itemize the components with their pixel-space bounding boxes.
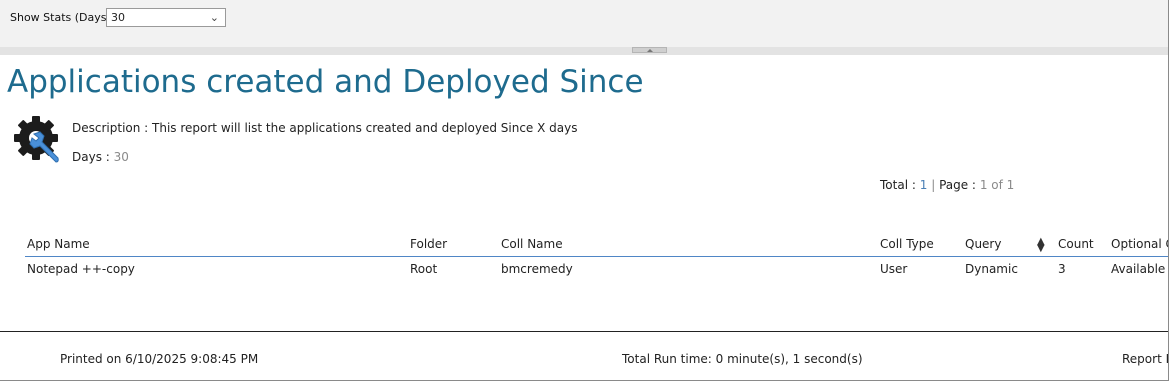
cell-coll-name: bmcremedy	[501, 262, 573, 276]
page-value: 1 of 1	[979, 178, 1015, 192]
column-header-folder[interactable]: Folder	[410, 237, 447, 251]
cell-app-name: Notepad ++-copy	[27, 262, 135, 276]
column-header-optional[interactable]: Optional C	[1111, 237, 1168, 251]
printed-on: Printed on 6/10/2025 9:08:45 PM	[60, 352, 259, 366]
cell-coll-type: User	[880, 262, 908, 276]
cell-query: Dynamic	[965, 262, 1018, 276]
report-description: Description : This report will list the …	[72, 121, 578, 135]
show-stats-select[interactable]: 30 ⌄	[106, 8, 226, 27]
parameter-splitter	[0, 47, 1168, 55]
column-header-coll-type[interactable]: Coll Type	[880, 237, 934, 251]
report-viewer: Show Stats (Days) 30 ⌄ Applications crea…	[0, 0, 1169, 381]
total-value: 1	[919, 178, 928, 192]
total-run-time: Total Run time: 0 minute(s), 1 second(s)	[622, 352, 863, 366]
chevron-down-icon: ⌄	[209, 11, 219, 24]
table-header-rule	[25, 256, 1168, 257]
pagination-separator: |	[931, 178, 936, 192]
show-stats-label: Show Stats (Days)	[10, 11, 111, 24]
cell-optional: Available	[1111, 262, 1166, 276]
column-header-coll-name[interactable]: Coll Name	[501, 237, 563, 251]
days-value: 30	[113, 150, 129, 164]
report-title: Applications created and Deployed Since	[7, 64, 644, 100]
total-label: Total :	[880, 178, 916, 192]
column-header-count[interactable]: Count	[1058, 237, 1094, 251]
page-label: Page :	[939, 178, 976, 192]
column-header-query[interactable]: Query	[965, 237, 1001, 251]
cell-count: 3	[1058, 262, 1066, 276]
parameter-bar: Show Stats (Days) 30 ⌄	[0, 0, 1168, 47]
pagination-summary: Total : 1 | Page : 1 of 1	[880, 178, 1014, 192]
column-header-app-name[interactable]: App Name	[27, 237, 90, 251]
sort-icon[interactable]: ▲ ▼	[1037, 237, 1045, 254]
show-stats-value: 30	[111, 11, 125, 24]
cell-folder: Root	[410, 262, 438, 276]
days-label: Days :	[72, 150, 110, 164]
report-footer-cut: Report F	[1122, 352, 1169, 366]
gear-wrench-icon	[14, 116, 59, 163]
footer-divider	[0, 331, 1168, 332]
days-info: Days : 30	[72, 150, 129, 164]
collapse-parameters-button[interactable]	[632, 47, 667, 53]
